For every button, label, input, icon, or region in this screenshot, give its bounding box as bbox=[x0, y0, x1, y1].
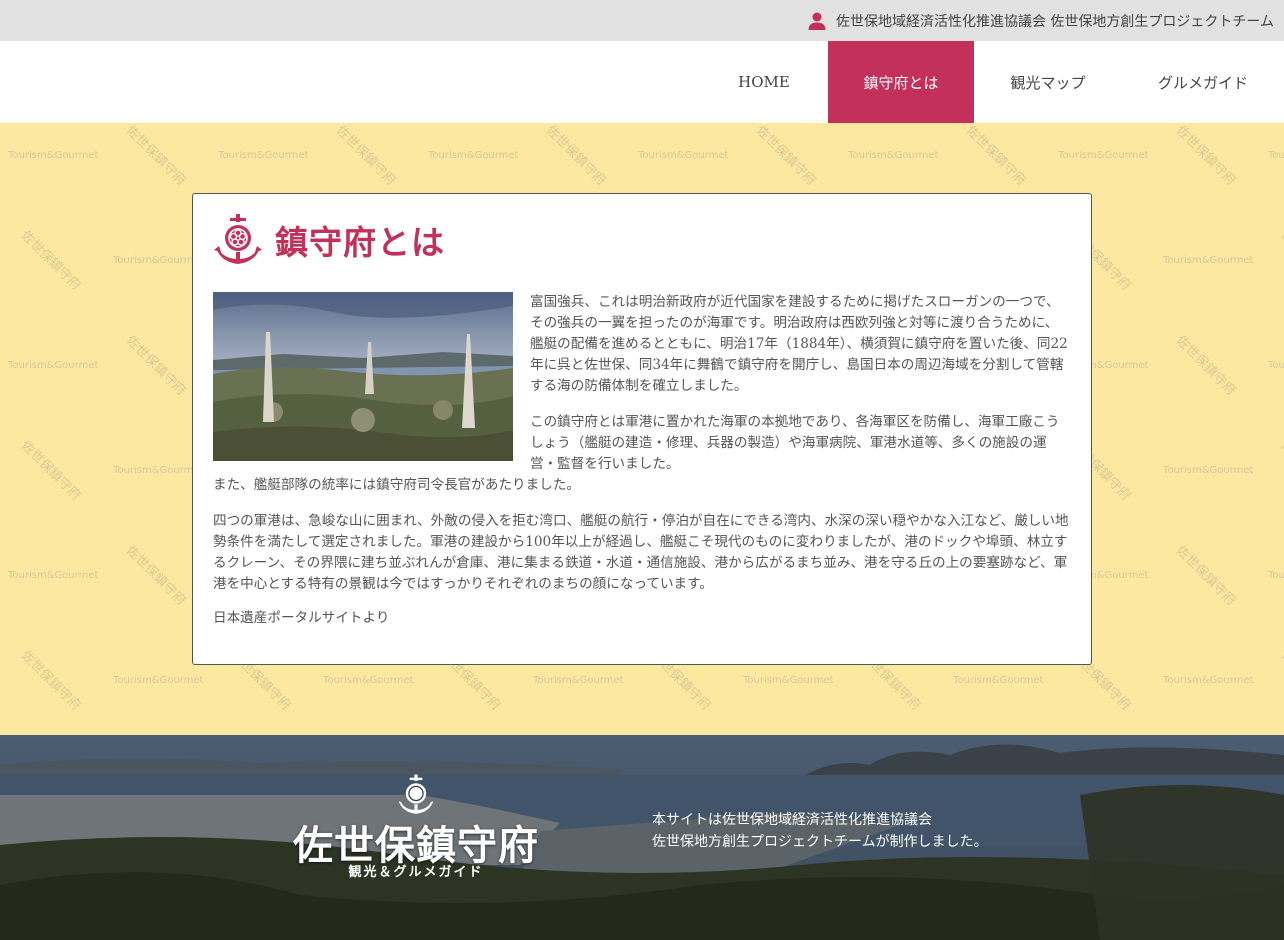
watermark-text: 佐世保鎮守府 bbox=[1277, 438, 1284, 504]
footer-credit-line-2: 佐世保地方創生プロジェクトチームが制作しました。 bbox=[652, 834, 988, 850]
watermark-text: Tourism&Gourmet bbox=[638, 150, 729, 161]
watermark-text: 佐世保鎮守府 bbox=[17, 438, 84, 504]
content-card: 鎮守府とは 富国強兵、これは明治新政府が近代国家を建設するために掲げたスローガン… bbox=[192, 193, 1092, 665]
watermark-text: 佐世保鎮守府 bbox=[122, 123, 189, 189]
watermark-text: Tourism&Gourmet bbox=[8, 570, 99, 581]
anchor-emblem-icon bbox=[214, 214, 262, 264]
main-navbar: HOME 鎮守府とは 観光マップ グルメガイド bbox=[0, 41, 1284, 123]
card-header: 鎮守府とは bbox=[213, 212, 445, 268]
footer-credit-line-1: 本サイトは佐世保地域経済活性化推進協議会 bbox=[652, 812, 932, 828]
watermark-text: 佐世保鎮守府 bbox=[1277, 648, 1284, 714]
top-bar: 佐世保地域経済活性化推進協議会 佐世保地方創生プロジェクトチーム bbox=[0, 0, 1284, 41]
watermark-text: Tourism&Gourmet bbox=[428, 150, 519, 161]
watermark-text: Tourism&Gourmet bbox=[533, 675, 624, 686]
main-nav: HOME 鎮守府とは 観光マップ グルメガイド bbox=[700, 41, 1284, 123]
watermark-text: Tourism&Gourmet bbox=[113, 675, 204, 686]
watermark-text: 佐世保鎮守府 bbox=[17, 228, 84, 294]
command-paragraph: また、艦艇部隊の統率には鎮守府司令長官があたりました。 bbox=[213, 477, 581, 493]
watermark-text: 佐世保鎮守府 bbox=[1172, 543, 1239, 609]
naval-radio-towers-photo bbox=[213, 292, 513, 461]
watermark-text: 佐世保鎮守府 bbox=[122, 543, 189, 609]
watermark-text: 佐世保鎮守府 bbox=[122, 333, 189, 399]
naval-ports-paragraph: 四つの軍港は、急峻な山に囲まれ、外敵の侵入を拒む湾口、艦艇の航行・停泊が自在にで… bbox=[213, 513, 1069, 592]
user-icon bbox=[808, 12, 826, 30]
nav-item-chinjufu[interactable]: 鎮守府とは bbox=[828, 41, 974, 123]
watermark-text: 佐世保鎮守府 bbox=[752, 123, 819, 189]
nav-item-tourism-map[interactable]: 観光マップ bbox=[974, 41, 1122, 123]
watermark-text: Tourism&Gourmet bbox=[848, 150, 939, 161]
watermark-text: Tourism&Gourmet bbox=[323, 675, 414, 686]
watermark-text: Tourism&Gourmet bbox=[113, 255, 204, 266]
definition-paragraph: この鎮守府とは軍港に置かれた海軍の本拠地であり、各海軍区を防備し、海軍工廠こうし… bbox=[530, 414, 1060, 472]
watermark-text: 佐世保鎮守府 bbox=[1277, 228, 1284, 294]
watermark-text: Tourism&Gourmet bbox=[8, 150, 99, 161]
watermark-text: Tourism&Gourmet bbox=[1163, 465, 1254, 476]
watermark-text: Tourism&Gourmet bbox=[743, 675, 834, 686]
watermark-text: Tourism&Gourmet bbox=[1163, 255, 1254, 266]
watermark-text: 佐世保鎮守府 bbox=[962, 123, 1029, 189]
page-title: 鎮守府とは bbox=[275, 223, 445, 262]
intro-paragraph: 富国強兵、これは明治新政府が近代国家を建設するために掲げたスローガンの一つで、そ… bbox=[530, 294, 1068, 394]
watermark-text: Tourism&Gourmet bbox=[1268, 150, 1284, 161]
footer: 佐世保鎮守府 観光＆グルメガイド 本サイトは佐世保地域経済活性化推進協議会 佐世… bbox=[0, 735, 1284, 940]
watermark-text: Tourism&Gourmet bbox=[1058, 150, 1149, 161]
nav-item-home[interactable]: HOME bbox=[700, 41, 828, 123]
nav-item-gourmet-guide[interactable]: グルメガイド bbox=[1122, 41, 1284, 123]
watermark-text: Tourism&Gourmet bbox=[953, 675, 1044, 686]
watermark-text: Tourism&Gourmet bbox=[113, 465, 204, 476]
watermark-text: Tourism&Gourmet bbox=[218, 150, 309, 161]
footer-brand-subtitle: 観光＆グルメガイド bbox=[348, 865, 484, 880]
footer-credit: 本サイトは佐世保地域経済活性化推進協議会 佐世保地方創生プロジェクトチームが制作… bbox=[652, 809, 988, 853]
watermark-text: Tourism&Gourmet bbox=[1163, 675, 1254, 686]
watermark-text: 佐世保鎮守府 bbox=[542, 123, 609, 189]
watermark-text: Tourism&Gourmet bbox=[1268, 360, 1284, 371]
watermark-text: 佐世保鎮守府 bbox=[1172, 333, 1239, 399]
source-credit: 日本遺産ポータルサイトより bbox=[213, 610, 390, 626]
footer-anchor-icon bbox=[398, 774, 434, 814]
watermark-text: 佐世保鎮守府 bbox=[1172, 123, 1239, 189]
watermark-text: 佐世保鎮守府 bbox=[332, 123, 399, 189]
organization-name: 佐世保地域経済活性化推進協議会 佐世保地方創生プロジェクトチーム bbox=[835, 13, 1274, 30]
sasebo-city-view-background bbox=[0, 735, 1284, 940]
watermark-text: 佐世保鎮守府 bbox=[17, 648, 84, 714]
footer-logo[interactable]: 佐世保鎮守府 観光＆グルメガイド bbox=[285, 774, 555, 885]
watermark-text: Tourism&Gourmet bbox=[8, 360, 99, 371]
watermark-text: Tourism&Gourmet bbox=[1268, 570, 1284, 581]
